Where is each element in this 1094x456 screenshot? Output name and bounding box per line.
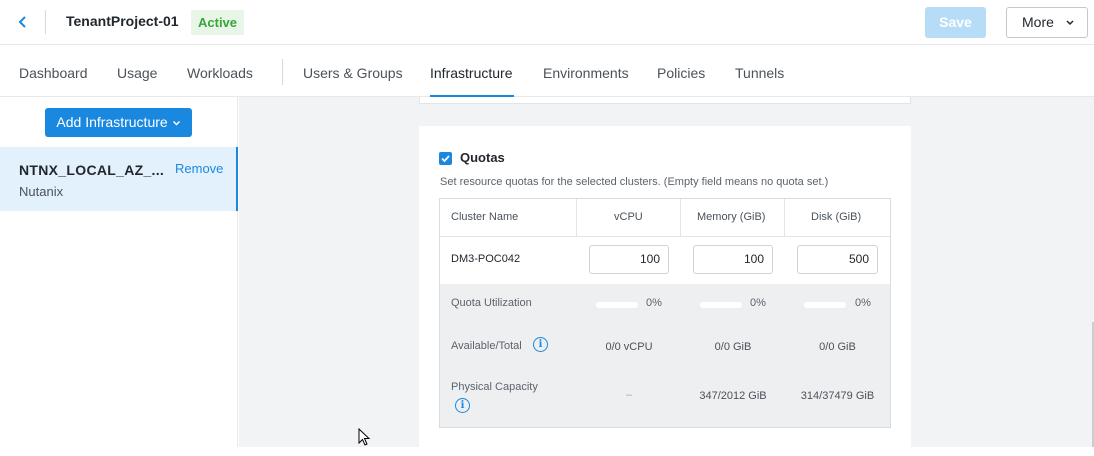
tab-bar: Dashboard Usage Workloads Users & Groups… bbox=[0, 45, 1094, 97]
sidebar-item-ntnx-local-az[interactable]: NTNX_LOCAL_AZ_... Nutanix Remove bbox=[0, 147, 238, 211]
tab-divider bbox=[282, 59, 283, 85]
quotas-card: Quotas Set resource quotas for the selec… bbox=[419, 126, 911, 456]
tab-workloads[interactable]: Workloads bbox=[187, 65, 253, 81]
column-header-cluster-name: Cluster Name bbox=[451, 211, 519, 223]
column-header-disk: Disk (GiB) bbox=[811, 211, 862, 223]
disk-utilization-bar bbox=[804, 302, 846, 308]
add-infrastructure-button[interactable]: Add Infrastructure bbox=[45, 108, 192, 137]
tab-environments[interactable]: Environments bbox=[543, 65, 629, 81]
memory-physical: 347/2012 GiB bbox=[699, 390, 767, 402]
project-title: TenantProject-01 bbox=[66, 13, 179, 29]
available-total-label: Available/Total bbox=[451, 340, 522, 352]
tab-tunnels[interactable]: Tunnels bbox=[735, 65, 784, 81]
column-header-vcpu: vCPU bbox=[614, 211, 643, 223]
quotas-title: Quotas bbox=[460, 150, 505, 165]
save-button[interactable]: Save bbox=[925, 7, 986, 38]
quotas-checkbox[interactable] bbox=[439, 152, 452, 165]
tab-policies[interactable]: Policies bbox=[657, 65, 705, 81]
status-badge: Active bbox=[191, 10, 245, 35]
tab-usage[interactable]: Usage bbox=[117, 65, 157, 81]
vcpu-utilization-percent: 0% bbox=[646, 297, 662, 309]
tab-users-groups[interactable]: Users & Groups bbox=[303, 65, 403, 81]
mouse-cursor-icon bbox=[358, 427, 372, 452]
memory-available: 0/0 GiB bbox=[714, 341, 752, 353]
more-button[interactable]: More bbox=[1006, 7, 1088, 38]
info-icon[interactable]: i bbox=[455, 398, 470, 413]
info-icon[interactable]: i bbox=[533, 337, 548, 352]
memory-quota-input[interactable]: 100 bbox=[693, 245, 773, 274]
quota-utilization-label: Quota Utilization bbox=[451, 297, 532, 309]
chevron-down-icon bbox=[1066, 8, 1074, 49]
vcpu-quota-input[interactable]: 100 bbox=[589, 245, 669, 274]
row-divider bbox=[440, 236, 890, 237]
memory-utilization-percent: 0% bbox=[750, 297, 766, 309]
tab-dashboard[interactable]: Dashboard bbox=[19, 65, 88, 81]
disk-quota-input[interactable]: 500 bbox=[797, 245, 878, 274]
disk-physical: 314/37479 GiB bbox=[800, 390, 875, 402]
vcpu-utilization-bar bbox=[596, 302, 638, 308]
infrastructure-name: NTNX_LOCAL_AZ_... bbox=[19, 162, 165, 178]
cluster-name: DM3-POC042 bbox=[451, 253, 521, 265]
quotas-table: Cluster Name vCPU Memory (GiB) Disk (GiB… bbox=[439, 198, 891, 428]
column-divider bbox=[784, 199, 785, 236]
column-divider bbox=[680, 199, 681, 236]
add-infrastructure-label: Add Infrastructure bbox=[56, 114, 168, 130]
remove-link[interactable]: Remove bbox=[175, 161, 223, 176]
infrastructure-type: Nutanix bbox=[19, 184, 64, 199]
disk-available: 0/0 GiB bbox=[819, 341, 856, 353]
disk-utilization-percent: 0% bbox=[855, 297, 871, 309]
tab-infrastructure[interactable]: Infrastructure bbox=[430, 65, 512, 81]
column-divider bbox=[576, 199, 577, 236]
vcpu-available: 0/0 vCPU bbox=[605, 341, 653, 353]
infrastructure-sidebar: Add Infrastructure NTNX_LOCAL_AZ_... Nut… bbox=[0, 97, 238, 447]
previous-section-card bbox=[419, 97, 911, 104]
memory-utilization-bar bbox=[700, 302, 742, 308]
back-chevron-icon[interactable] bbox=[14, 12, 32, 32]
header-divider bbox=[45, 10, 46, 34]
top-bar: TenantProject-01 Active Save More bbox=[0, 0, 1094, 45]
quotas-description: Set resource quotas for the selected clu… bbox=[440, 176, 829, 188]
more-button-label: More bbox=[1022, 14, 1054, 30]
chevron-down-icon bbox=[172, 114, 181, 130]
vcpu-physical: – bbox=[625, 389, 633, 401]
column-header-memory: Memory (GiB) bbox=[697, 211, 766, 223]
physical-capacity-label: Physical Capacity bbox=[451, 381, 538, 393]
main-content: Quotas Set resource quotas for the selec… bbox=[239, 97, 1094, 456]
